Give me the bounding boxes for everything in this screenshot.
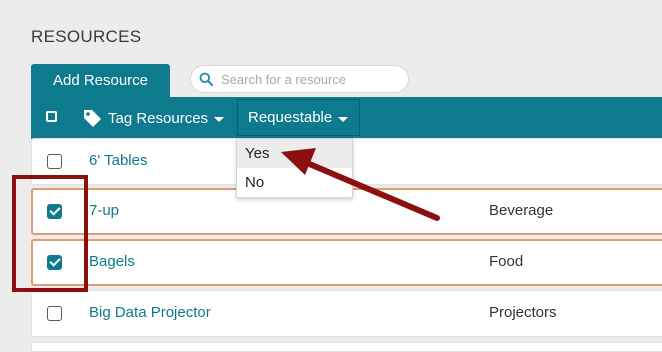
row-checkbox[interactable]	[47, 154, 62, 169]
menu-item-yes[interactable]: Yes	[237, 139, 352, 168]
resource-link[interactable]: Bagels	[89, 253, 135, 270]
table-row[interactable]: Bagels Food	[31, 239, 662, 286]
page-title: RESOURCES	[31, 27, 142, 46]
annotation-highlight-box	[12, 175, 88, 292]
resource-category: Projectors	[489, 304, 557, 321]
requestable-dropdown-menu: Yes No	[236, 138, 353, 198]
tag-icon	[84, 110, 101, 127]
table-row	[31, 342, 662, 352]
menu-item-no[interactable]: No	[237, 168, 352, 197]
tag-resources-button[interactable]: Tag Resources	[82, 106, 225, 130]
chevron-down-icon	[338, 116, 349, 122]
select-all-checkbox[interactable]	[46, 111, 57, 122]
chevron-down-icon	[214, 117, 225, 122]
resource-link[interactable]: 6' Tables	[89, 152, 147, 169]
resource-category: Beverage	[489, 202, 554, 219]
requestable-filter-button[interactable]: Requestable	[237, 99, 360, 136]
search-icon	[199, 72, 213, 86]
resource-link[interactable]: Big Data Projector	[89, 304, 211, 321]
add-resource-button[interactable]: Add Resource	[31, 64, 170, 97]
tag-resources-label: Tag Resources	[108, 109, 209, 127]
resource-link[interactable]: 7-up	[89, 202, 119, 219]
table-toolbar: Tag Resources Requestable	[31, 97, 662, 139]
requestable-label: Requestable	[248, 109, 333, 126]
row-checkbox[interactable]	[47, 306, 62, 321]
search-input[interactable]	[219, 70, 403, 88]
resource-category: Food	[489, 253, 524, 270]
table-row[interactable]: Big Data Projector Projectors	[31, 290, 662, 337]
search-box[interactable]	[190, 65, 409, 93]
